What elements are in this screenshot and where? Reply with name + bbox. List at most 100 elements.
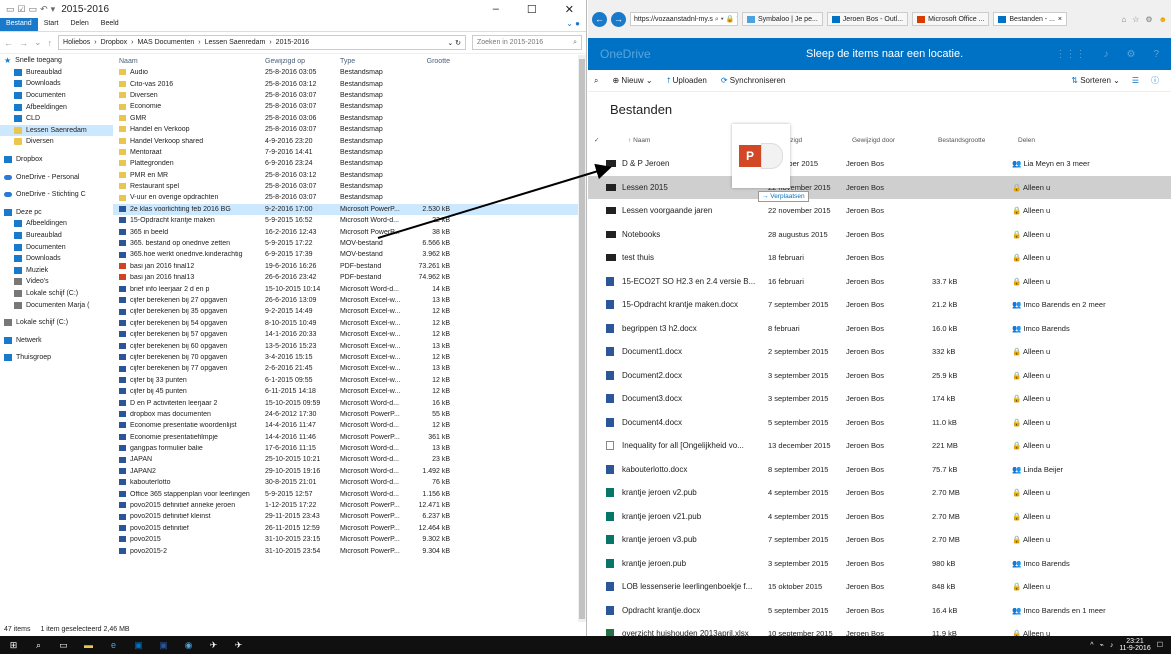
item-name[interactable]: krantje jeroen v21.pub bbox=[622, 512, 768, 521]
nav-item[interactable]: Downloads bbox=[0, 253, 113, 265]
notification-icon[interactable]: ☐ bbox=[1157, 641, 1163, 649]
onedrive-brand[interactable]: OneDrive bbox=[600, 47, 651, 61]
bell-icon[interactable]: ♪ bbox=[1103, 49, 1108, 60]
info-icon[interactable]: ⓘ bbox=[1151, 75, 1159, 86]
item-name[interactable]: kabouterlotto.docx bbox=[622, 465, 768, 474]
volume-icon[interactable]: ♪ bbox=[1110, 642, 1114, 649]
chevron-up-icon[interactable]: ^ bbox=[1090, 642, 1093, 649]
browser-tab[interactable]: Jeroen Bos - Outl... bbox=[826, 12, 909, 26]
file-row[interactable]: JAPAN 25-10-2015 10:21 Microsoft Word-d...… bbox=[113, 454, 578, 465]
search-input[interactable]: Zoeken in 2015-2016 ⌕ bbox=[472, 35, 582, 50]
onedrive-row[interactable]: test thuis 18 februari Jeroen Bos 🔒 Alleen … bbox=[588, 246, 1171, 270]
item-name[interactable]: Lessen voorgaande jaren bbox=[622, 206, 768, 215]
item-name[interactable]: overzicht huishouden 2013april.xlsx bbox=[622, 629, 768, 636]
file-row[interactable]: Cito-vas 2016 25-8-2016 03:12 Bestandsmap bbox=[113, 78, 578, 89]
onedrive-row[interactable]: krantje jeroen v2.pub 4 september 2015 Jer… bbox=[588, 481, 1171, 505]
file-row[interactable]: Economie presentatiefilmpje 14-4-2016 11:… bbox=[113, 432, 578, 443]
file-row[interactable]: basi jan 2016 final12 19-6-2016 16:26 PDF-… bbox=[113, 261, 578, 272]
chevron-down-icon[interactable]: ▾ bbox=[51, 4, 56, 15]
list-view-icon[interactable]: ☰ bbox=[1132, 76, 1139, 85]
breadcrumb-item[interactable]: MAS Documenten bbox=[137, 39, 194, 46]
nav-item[interactable]: ★ Snelle toegang bbox=[0, 55, 113, 67]
app-launcher-icon[interactable]: ⋮⋮⋮ bbox=[1055, 49, 1085, 60]
file-row[interactable]: povo2015 definitief anneke jeroen 1-12-20… bbox=[113, 500, 578, 511]
file-row[interactable]: cijfer bij 33 punten 6-1-2015 09:55 Micros… bbox=[113, 375, 578, 386]
file-row[interactable]: Office 365 stappenplan voor leerlingen 5-… bbox=[113, 488, 578, 499]
item-name[interactable]: 15-ECO2T SO H2.3 en 2.4 versie B... bbox=[622, 277, 768, 286]
onedrive-row[interactable]: D & P Jeroen 9 oktober 2015 Jeroen Bos 👥 Li… bbox=[588, 152, 1171, 176]
back-arrow-icon[interactable]: ← bbox=[4, 38, 13, 48]
breadcrumb-item[interactable]: Dropbox bbox=[101, 39, 127, 46]
nav-item[interactable]: Bureaublad bbox=[0, 230, 113, 242]
forward-arrow-icon[interactable]: → bbox=[19, 38, 28, 48]
file-row[interactable]: povo2015 definitief 26-11-2015 12:59 Micro… bbox=[113, 523, 578, 534]
file-row[interactable]: brief info leerjaar 2 d en p 15-10-2015 1… bbox=[113, 283, 578, 294]
file-row[interactable]: 15-Opdracht krantje maken 5-9-2015 16:52 M… bbox=[113, 215, 578, 226]
item-name[interactable]: Notebooks bbox=[622, 230, 768, 239]
scrollbar-thumb[interactable] bbox=[579, 59, 585, 619]
onedrive-row[interactable]: Lessen voorgaande jaren 22 november 2015 J… bbox=[588, 199, 1171, 223]
pin-icon[interactable]: ✈ bbox=[208, 640, 219, 651]
gear-icon[interactable]: ⚙ bbox=[1145, 15, 1152, 24]
column-header-size[interactable]: Bestandsgrootte bbox=[938, 137, 1018, 144]
item-name[interactable]: test thuis bbox=[622, 253, 768, 262]
column-header-date[interactable]: Gewijzigd op bbox=[265, 58, 340, 65]
file-row[interactable]: cijfer berekenen bij 60 opgaven 13-5-2016… bbox=[113, 340, 578, 351]
item-name[interactable]: LOB lessenserie leerlingenboekje f... bbox=[622, 582, 768, 591]
file-row[interactable]: Handel Verkoop shared 4-9-2016 23:20 Besta… bbox=[113, 135, 578, 146]
up-arrow-icon[interactable]: ↑ bbox=[48, 38, 53, 48]
word-icon[interactable]: ▣ bbox=[158, 640, 169, 651]
item-name[interactable]: krantje jeroen.pub bbox=[622, 559, 768, 568]
file-row[interactable]: Handel en Verkoop 25-8-2016 03:07 Bestands… bbox=[113, 124, 578, 135]
tab-bestand[interactable]: Bestand bbox=[0, 18, 38, 31]
nav-item[interactable]: Downloads bbox=[0, 78, 113, 90]
file-row[interactable]: 365.hoe werkt onedrive.kinderachtig 6-9-2… bbox=[113, 249, 578, 260]
gear-icon[interactable]: ⚙ bbox=[1126, 49, 1135, 60]
help-icon[interactable]: ? bbox=[1153, 49, 1159, 60]
item-name[interactable]: Document1.docx bbox=[622, 347, 768, 356]
file-row[interactable]: V-uur en overige opdrachten 25-8-2016 03:… bbox=[113, 192, 578, 203]
nav-item[interactable]: Documenten Marja ( bbox=[0, 299, 113, 311]
new-button[interactable]: ⊕ Nieuw ⌄ bbox=[612, 76, 652, 85]
outlook-icon[interactable]: ▣ bbox=[133, 640, 144, 651]
file-row[interactable]: basi jan 2016 final13 26-6-2016 23:42 PDF-… bbox=[113, 272, 578, 283]
file-row[interactable]: cijfer bij 45 punten 6-11-2015 14:18 Micro… bbox=[113, 386, 578, 397]
item-name[interactable]: Document4.docx bbox=[622, 418, 768, 427]
file-row[interactable]: PMR en MR 25-8-2016 03:12 Bestandsmap bbox=[113, 170, 578, 181]
nav-item[interactable]: OneDrive - Personal bbox=[0, 171, 113, 183]
back-button[interactable]: ← bbox=[592, 11, 607, 27]
search-icon[interactable]: ⌕ bbox=[33, 640, 44, 651]
onedrive-row[interactable]: Inequality for all [Ongelijkheid vo... 13… bbox=[588, 434, 1171, 458]
onedrive-row[interactable]: 15-Opdracht krantje maken.docx 7 septembe… bbox=[588, 293, 1171, 317]
properties-icon[interactable]: ☑ bbox=[18, 4, 26, 15]
file-row[interactable]: dropbox mas documenten 24-6-2012 17:30 Mic… bbox=[113, 409, 578, 420]
column-header-size[interactable]: Grootte bbox=[404, 58, 450, 65]
item-name[interactable]: Document3.docx bbox=[622, 394, 768, 403]
item-name[interactable]: Opdracht krantje.docx bbox=[622, 606, 768, 615]
onedrive-row[interactable]: begrippen t3 h2.docx 8 februari Jeroen Bos… bbox=[588, 317, 1171, 341]
item-name[interactable]: begrippen t3 h2.docx bbox=[622, 324, 768, 333]
sort-button[interactable]: ⇅ Sorteren ⌄ bbox=[1071, 76, 1120, 85]
undo-icon[interactable]: ↶ bbox=[40, 4, 48, 15]
minimize-button[interactable]: – bbox=[493, 3, 499, 16]
tab-beeld[interactable]: Beeld bbox=[95, 18, 125, 31]
onedrive-row[interactable]: Document1.docx 2 september 2015 Jeroen Bos… bbox=[588, 340, 1171, 364]
item-name[interactable]: Document2.docx bbox=[622, 371, 768, 380]
close-button[interactable]: ✕ bbox=[565, 3, 574, 16]
nav-item[interactable]: Dropbox bbox=[0, 154, 113, 166]
breadcrumb-item[interactable]: 2015-2016 bbox=[276, 39, 309, 46]
item-name[interactable]: krantje jeroen v3.pub bbox=[622, 535, 768, 544]
onedrive-row[interactable]: kabouterlotto.docx 8 september 2015 Jeroen… bbox=[588, 458, 1171, 482]
nav-item[interactable]: Documenten bbox=[0, 241, 113, 253]
file-row[interactable]: 2e klas voorlichting feb 2016 BG 9-2-2016… bbox=[113, 203, 578, 216]
column-header-modified-by[interactable]: Gewijzigd door bbox=[852, 137, 938, 144]
forward-button[interactable]: → bbox=[611, 11, 626, 27]
onedrive-row[interactable]: overzicht huishouden 2013april.xlsx 10 se… bbox=[588, 622, 1171, 636]
star-icon[interactable]: ☆ bbox=[1132, 15, 1139, 24]
refresh-icon[interactable]: ⌄ ↻ bbox=[447, 39, 461, 47]
internet-explorer-icon[interactable]: e bbox=[108, 640, 119, 651]
network-icon[interactable]: ⌁ bbox=[1100, 641, 1104, 649]
onedrive-row[interactable]: krantje jeroen.pub 3 september 2015 Jeroen… bbox=[588, 552, 1171, 576]
nav-item[interactable]: CLD bbox=[0, 113, 113, 125]
windows-start-icon[interactable]: ⊞ bbox=[8, 640, 19, 651]
